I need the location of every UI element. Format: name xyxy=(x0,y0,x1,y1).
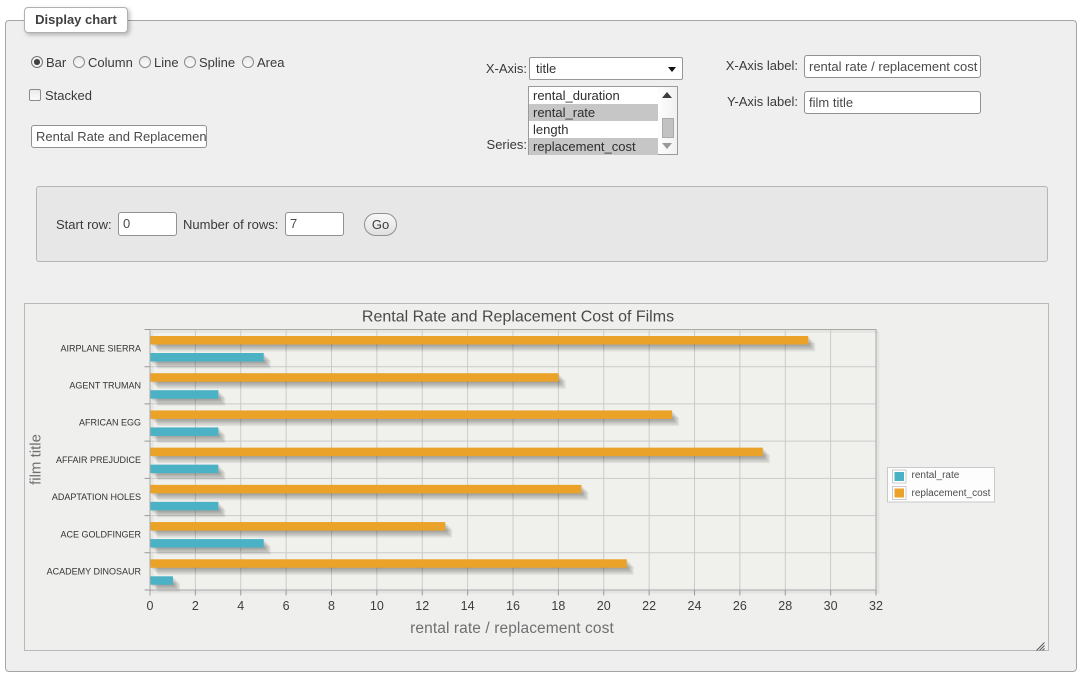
svg-text:14: 14 xyxy=(461,599,475,613)
svg-text:6: 6 xyxy=(283,599,290,613)
svg-text:0: 0 xyxy=(147,599,154,613)
svg-text:AIRPLANE SIERRA: AIRPLANE SIERRA xyxy=(60,343,141,353)
svg-text:18: 18 xyxy=(551,599,565,613)
svg-text:12: 12 xyxy=(415,599,429,613)
svg-text:rental rate / replacement cost: rental rate / replacement cost xyxy=(410,620,614,637)
svg-text:Rental Rate and Replacement Co: Rental Rate and Replacement Cost of Film… xyxy=(362,309,674,326)
svg-text:8: 8 xyxy=(328,599,335,613)
svg-text:32: 32 xyxy=(869,599,883,613)
svg-text:4: 4 xyxy=(237,599,244,613)
svg-text:30: 30 xyxy=(824,599,838,613)
svg-text:2: 2 xyxy=(192,599,199,613)
svg-text:ACADEMY DINOSAUR: ACADEMY DINOSAUR xyxy=(47,567,142,577)
svg-text:22: 22 xyxy=(642,599,656,613)
svg-text:26: 26 xyxy=(733,599,747,613)
svg-text:10: 10 xyxy=(370,599,384,613)
svg-text:AFRICAN EGG: AFRICAN EGG xyxy=(79,418,141,428)
svg-text:AGENT TRUMAN: AGENT TRUMAN xyxy=(69,381,141,391)
svg-text:ACE GOLDFINGER: ACE GOLDFINGER xyxy=(60,529,141,539)
svg-text:16: 16 xyxy=(506,599,520,613)
svg-text:28: 28 xyxy=(778,599,792,613)
svg-text:24: 24 xyxy=(688,599,702,613)
svg-text:AFFAIR PREJUDICE: AFFAIR PREJUDICE xyxy=(56,455,141,465)
svg-text:rental_rate: rental_rate xyxy=(912,470,960,481)
svg-text:20: 20 xyxy=(597,599,611,613)
svg-text:film title: film title xyxy=(28,434,45,485)
svg-text:replacement_cost: replacement_cost xyxy=(912,488,991,499)
svg-text:ADAPTATION HOLES: ADAPTATION HOLES xyxy=(52,492,141,502)
